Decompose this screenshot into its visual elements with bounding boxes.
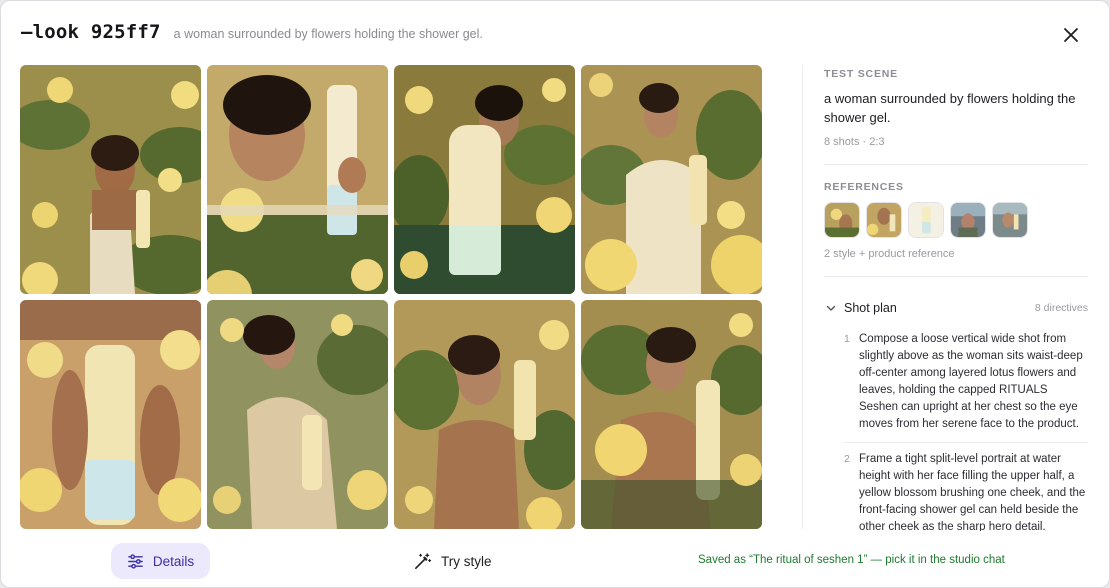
test-scene-label: TEST SCENE [824, 68, 898, 80]
panel-divider [802, 65, 803, 529]
try-style-button[interactable]: Try style [413, 543, 492, 579]
shot-grid [20, 65, 762, 530]
details-button-label: Details [152, 553, 195, 569]
shot-plan-count: 8 directives [1034, 302, 1088, 314]
chevron-down-icon [826, 305, 836, 311]
section-divider [824, 276, 1088, 277]
shot-thumbnail[interactable] [581, 300, 762, 529]
shot-thumbnail[interactable] [581, 65, 762, 294]
close-icon [1064, 28, 1078, 42]
magic-wand-icon [415, 552, 432, 569]
reference-thumbnail[interactable] [824, 202, 860, 238]
details-button[interactable]: Details [111, 543, 210, 579]
shot-thumbnail[interactable] [207, 300, 388, 529]
shot-thumbnail[interactable] [394, 300, 575, 529]
details-panel: TEST SCENE a woman surrounded by flowers… [824, 65, 1088, 531]
shot-thumbnail[interactable] [20, 300, 201, 529]
try-style-label: Try style [441, 553, 492, 569]
directive-text: Frame a tight split-level portrait at wa… [859, 453, 1086, 531]
modal-header: —look 925ff7 a woman surrounded by flowe… [21, 21, 483, 51]
directive-number: 2 [844, 453, 850, 465]
reference-thumbnails [824, 202, 1088, 238]
directive-number: 1 [844, 333, 850, 345]
shot-thumbnail[interactable] [207, 65, 388, 294]
directive-text: Compose a loose vertical wide shot from … [859, 333, 1083, 430]
references-label: REFERENCES [824, 181, 904, 193]
directive-item: 1 Compose a loose vertical wide shot fro… [844, 323, 1088, 443]
reference-thumbnail[interactable] [866, 202, 902, 238]
sliders-icon [128, 553, 143, 569]
shot-plan-title: Shot plan [844, 301, 897, 315]
look-subtitle: a woman surrounded by flowers holding th… [173, 27, 483, 41]
shot-thumbnail[interactable] [20, 65, 201, 294]
test-scene-text: a woman surrounded by flowers holding th… [824, 91, 1076, 125]
saved-status-message: Saved as “The ritual of seshen 1” — pick… [698, 554, 1005, 566]
shot-thumbnail[interactable] [394, 65, 575, 294]
reference-thumbnail[interactable] [950, 202, 986, 238]
look-modal: —look 925ff7 a woman surrounded by flowe… [0, 0, 1110, 588]
directive-list: 1 Compose a loose vertical wide shot fro… [824, 323, 1088, 531]
directive-item: 2 Frame a tight split-level portrait at … [844, 443, 1088, 531]
test-scene-meta: 8 shots · 2:3 [824, 136, 885, 148]
close-button[interactable] [1059, 23, 1083, 47]
reference-thumbnail[interactable] [908, 202, 944, 238]
shot-plan-toggle[interactable]: Shot plan 8 directives [824, 297, 1088, 319]
section-divider [824, 164, 1088, 165]
reference-thumbnail[interactable] [992, 202, 1028, 238]
references-caption: 2 style + product reference [824, 248, 955, 260]
look-id-title: —look 925ff7 [21, 21, 161, 43]
